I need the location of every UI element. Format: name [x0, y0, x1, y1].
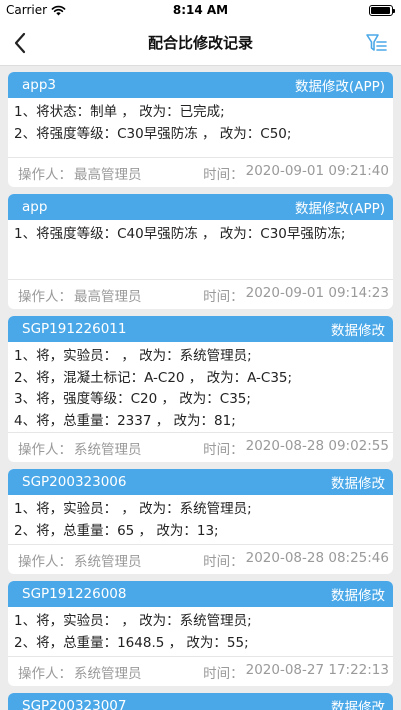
record-body: 1、将，实验员： ， 改为：系统管理员; 2、将，总重量：65 ， 改为：13; — [8, 495, 393, 544]
record-change-line: 1、将，实验员： ， 改为：系统管理员; — [14, 348, 252, 364]
record-header: SGP191226008 数据修改 — [8, 581, 393, 607]
record-body: 1、将，实验员： ， 改为：系统管理员; 2、将，混凝土标记：A-C20 ， 改… — [8, 342, 393, 432]
battery-icon — [369, 4, 395, 16]
back-button[interactable] — [8, 30, 32, 56]
record-time: 2020-09-01 09:14:23 — [245, 284, 389, 301]
operator-name: 最高管理员 — [74, 166, 142, 183]
operator-info: 操作人： 最高管理员 — [18, 285, 142, 305]
time-info: 时间： 2020-08-28 08:25:46 — [203, 550, 389, 570]
record-list: app3 数据修改(APP) 1、将状态：制单 ， 改为：已完成; 2、将强度等… — [0, 66, 401, 710]
record-header: SGP200323006 数据修改 — [8, 469, 393, 495]
record-type: 数据修改(APP) — [294, 79, 385, 95]
time-label: 时间： — [203, 166, 244, 183]
battery-fill — [371, 6, 390, 14]
operator-info: 操作人： 最高管理员 — [18, 163, 142, 183]
record-footer: 操作人： 系统管理员 时间： 2020-08-28 09:02:55 — [8, 432, 393, 462]
record-change-line: 4、将，总重量：2337 ， 改为：81; — [14, 412, 236, 429]
record-time: 2020-08-28 09:02:55 — [245, 437, 389, 454]
record-footer: 操作人： 最高管理员 时间： 2020-09-01 09:21:40 — [8, 157, 393, 187]
record-type: 数据修改 — [331, 323, 385, 339]
record-footer: 操作人： 系统管理员 时间： 2020-08-28 08:25:46 — [8, 544, 393, 574]
time-label: 时间： — [203, 441, 244, 458]
record-code: app — [22, 199, 48, 215]
operator-name: 系统管理员 — [74, 441, 142, 458]
record-time: 2020-08-28 08:25:46 — [245, 549, 389, 566]
record-body: 1、将强度等级：C40早强防冻 ， 改为：C30早强防冻; — [8, 220, 393, 279]
record-change-line: 2、将，总重量：1648.5 ， 改为：55; — [14, 634, 249, 651]
operator-label: 操作人： — [18, 553, 72, 570]
record-change-line: 1、将强度等级：C40早强防冻 ， 改为：C30早强防冻; — [14, 226, 346, 242]
operator-name: 最高管理员 — [74, 288, 142, 305]
operator-label: 操作人： — [18, 166, 72, 183]
chevron-left-icon — [14, 32, 26, 54]
record-card[interactable]: SGP191226008 数据修改 1、将，实验员： ， 改为：系统管理员; 2… — [8, 581, 393, 686]
status-bar: Carrier 8:14 AM — [0, 0, 401, 20]
record-header: app3 数据修改(APP) — [8, 72, 393, 98]
status-left: Carrier — [6, 3, 66, 17]
record-change-line: 1、将状态：制单 ， 改为：已完成; — [14, 104, 225, 120]
operator-name: 系统管理员 — [74, 553, 142, 570]
time-label: 时间： — [203, 665, 244, 682]
record-header: SGP200323007 数据修改 — [8, 693, 393, 710]
record-change-line: 2、将，总重量：65 ， 改为：13; — [14, 522, 219, 539]
nav-bar: 配合比修改记录 — [0, 20, 401, 66]
time-info: 时间： 2020-09-01 09:21:40 — [203, 163, 389, 183]
operator-label: 操作人： — [18, 665, 72, 682]
record-change-line: 3、将，强度等级：C20 ， 改为：C35; — [14, 391, 251, 407]
record-code: SGP200323007 — [22, 698, 127, 710]
time-info: 时间： 2020-08-28 09:02:55 — [203, 438, 389, 458]
operator-info: 操作人： 系统管理员 — [18, 662, 142, 682]
record-code: app3 — [22, 77, 57, 93]
record-change-line: 2、将，混凝土标记：A-C20 ， 改为：A-C35; — [14, 369, 293, 386]
record-footer: 操作人： 系统管理员 时间： 2020-08-27 17:22:13 — [8, 656, 393, 686]
filter-button[interactable] — [365, 32, 389, 54]
record-type: 数据修改(APP) — [294, 201, 385, 217]
record-change-line: 1、将，实验员： ， 改为：系统管理员; — [14, 501, 252, 517]
record-time: 2020-09-01 09:21:40 — [245, 162, 389, 179]
wifi-icon — [51, 5, 66, 15]
operator-info: 操作人： 系统管理员 — [18, 550, 142, 570]
operator-name: 系统管理员 — [74, 665, 142, 682]
record-code: SGP191226011 — [22, 321, 127, 337]
record-body: 1、将状态：制单 ， 改为：已完成; 2、将强度等级：C30早强防冻 ， 改为：… — [8, 98, 393, 157]
record-header: SGP191226011 数据修改 — [8, 316, 393, 342]
record-type: 数据修改 — [331, 700, 385, 710]
record-card[interactable]: app3 数据修改(APP) 1、将状态：制单 ， 改为：已完成; 2、将强度等… — [8, 72, 393, 187]
carrier-label: Carrier — [6, 3, 48, 17]
record-card[interactable]: app 数据修改(APP) 1、将强度等级：C40早强防冻 ， 改为：C30早强… — [8, 194, 393, 309]
record-body: 1、将，实验员： ， 改为：系统管理员; 2、将，总重量：1648.5 ， 改为… — [8, 607, 393, 656]
operator-info: 操作人： 系统管理员 — [18, 438, 142, 458]
record-code: SGP191226008 — [22, 586, 127, 602]
record-type: 数据修改 — [331, 476, 385, 492]
operator-label: 操作人： — [18, 441, 72, 458]
time-info: 时间： 2020-08-27 17:22:13 — [203, 662, 389, 682]
record-change-line: 1、将，实验员： ， 改为：系统管理员; — [14, 613, 252, 629]
record-time: 2020-08-27 17:22:13 — [245, 661, 389, 678]
record-change-line: 2、将强度等级：C30早强防冻 ， 改为：C50; — [14, 125, 292, 142]
record-header: app 数据修改(APP) — [8, 194, 393, 220]
record-card[interactable]: SGP191226011 数据修改 1、将，实验员： ， 改为：系统管理员; 2… — [8, 316, 393, 462]
record-code: SGP200323006 — [22, 474, 127, 490]
operator-label: 操作人： — [18, 288, 72, 305]
record-footer: 操作人： 最高管理员 时间： 2020-09-01 09:14:23 — [8, 279, 393, 309]
time-label: 时间： — [203, 553, 244, 570]
time-info: 时间： 2020-09-01 09:14:23 — [203, 285, 389, 305]
page-title: 配合比修改记录 — [147, 34, 253, 52]
time-label: 时间： — [203, 288, 244, 305]
record-type: 数据修改 — [331, 588, 385, 604]
record-card[interactable]: SGP200323006 数据修改 1、将，实验员： ， 改为：系统管理员; 2… — [8, 469, 393, 574]
record-card[interactable]: SGP200323007 数据修改 — [8, 693, 393, 710]
filter-list-icon — [366, 34, 387, 51]
